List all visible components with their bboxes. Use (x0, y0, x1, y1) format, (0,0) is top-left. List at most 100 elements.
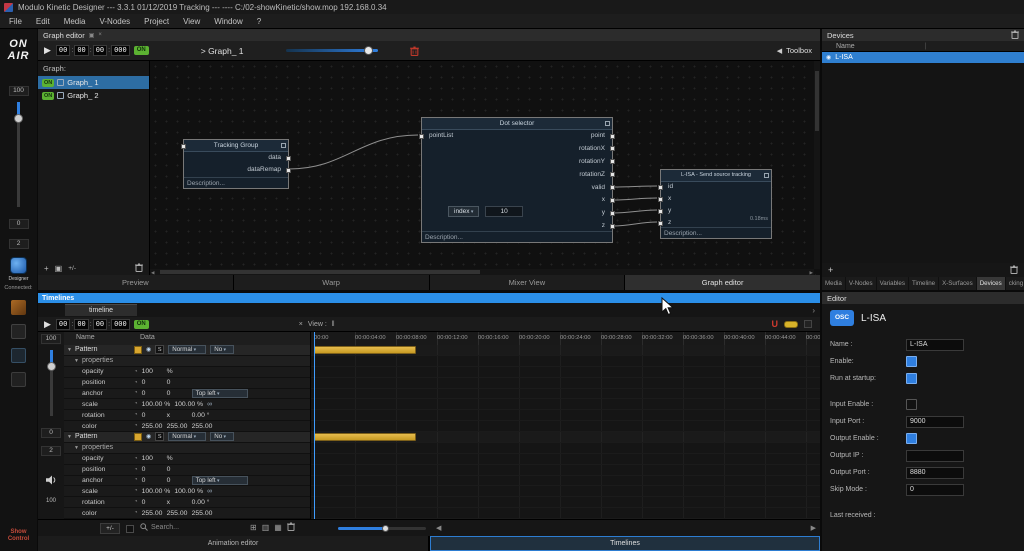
property-row-color[interactable]: color ◔ 255.00 255.00 255.00 (64, 508, 310, 519)
panel-tab-x-surfaces[interactable]: X-Surfaces (939, 277, 976, 290)
slider-knob[interactable] (363, 46, 373, 55)
blend-mode-dropdown[interactable]: Normal (168, 345, 207, 355)
port-in-id[interactable] (658, 184, 663, 190)
option-dropdown[interactable]: No (210, 432, 235, 442)
port-in[interactable] (181, 144, 186, 149)
menu-edit[interactable]: Edit (29, 14, 57, 29)
blend-mode-dropdown[interactable]: Normal (168, 432, 207, 442)
timeline-value-b[interactable]: 2 (41, 446, 61, 456)
index-dropdown[interactable]: index (448, 206, 480, 217)
property-value[interactable]: 100 (142, 368, 163, 375)
view-tab-graph-editor[interactable]: Graph editor (625, 275, 820, 290)
designer-icon[interactable] (10, 257, 27, 274)
collapse-icon[interactable]: ▼ (67, 434, 72, 440)
keyframe-clock-icon[interactable]: ◔ (134, 390, 138, 396)
collapse-icon[interactable]: ▼ (67, 347, 72, 353)
port-in-x[interactable] (658, 196, 663, 202)
property-value[interactable]: 255.00 (142, 510, 163, 517)
keyframe-clock-icon[interactable]: ◔ (134, 467, 138, 473)
keyframe-clock-icon[interactable]: ◔ (134, 510, 138, 516)
menu-view[interactable]: View (176, 14, 207, 29)
media-library-icon[interactable] (11, 324, 26, 339)
timeline-fader-value[interactable]: 100 (41, 333, 61, 344)
on-badge[interactable]: ON (133, 319, 149, 329)
graph-list-item-graph-2[interactable]: ON Graph_ 2 (38, 89, 149, 102)
property-value[interactable]: % (167, 455, 188, 462)
add-clip-icon[interactable]: ⊞ (250, 523, 257, 532)
kinetic-icon[interactable] (11, 300, 26, 315)
property-value[interactable]: 0.00 ° (192, 412, 213, 419)
node-dot-selector[interactable]: Dot selector pointList point rotationX rot… (419, 117, 615, 243)
delete-clip-icon[interactable] (286, 522, 295, 533)
add-device-button[interactable]: + (828, 265, 833, 275)
grid-row[interactable] (311, 476, 820, 487)
graph-breadcrumb[interactable]: > Graph_ 1 (201, 46, 244, 56)
port-out-data[interactable] (286, 155, 291, 161)
keyframe-clock-icon[interactable]: ◔ (134, 412, 138, 418)
property-row-position[interactable]: position ◔ 0 0 (64, 377, 310, 389)
property-row-rotation[interactable]: rotation ◔ 0 x 0.00 ° (64, 497, 310, 509)
track-color-swatch[interactable] (134, 345, 142, 354)
port-out-rotationz[interactable] (610, 172, 615, 178)
plus-minus-button[interactable]: +/- (100, 523, 120, 534)
property-value[interactable]: 100.00 % (174, 488, 203, 495)
grid-row[interactable] (311, 345, 820, 356)
port-out-valid[interactable] (610, 185, 615, 191)
keyframe-clock-icon[interactable]: ◔ (134, 477, 138, 483)
grid-row[interactable] (311, 454, 820, 465)
property-value[interactable]: 0 (167, 477, 188, 484)
close-icon[interactable]: × (98, 32, 102, 38)
property-value[interactable]: 0 (142, 499, 163, 506)
delete-graph-icon[interactable] (135, 263, 143, 274)
tab-scroll-arrow[interactable]: › (812, 306, 815, 315)
fader-track[interactable] (49, 350, 53, 416)
panel-tab-media[interactable]: Media (822, 277, 845, 290)
keyframe-clock-icon[interactable]: ◔ (134, 499, 138, 505)
bottom-tab-timelines[interactable]: Timelines (430, 536, 820, 551)
property-value[interactable]: 255.00 (167, 510, 188, 517)
sidebar-value-a[interactable]: 0 (8, 219, 29, 229)
timeline-clip[interactable] (314, 433, 416, 441)
settings-box-icon[interactable] (804, 320, 812, 328)
view-tab-preview[interactable]: Preview (38, 275, 233, 290)
property-row-color[interactable]: color ◔ 255.00 255.00 255.00 (64, 421, 310, 432)
add-graph-button[interactable]: + (44, 264, 49, 273)
track-color-swatch[interactable] (134, 432, 142, 441)
on-badge[interactable]: ON (42, 78, 55, 87)
view-tab-warp[interactable]: Warp (233, 275, 429, 290)
link-icon[interactable]: ∞ (207, 488, 212, 495)
canvas-vertical-scrollbar[interactable] (814, 61, 820, 269)
node-tracking-group[interactable]: Tracking Group data dataRemap Description… (181, 139, 291, 189)
property-value[interactable]: 255.00 (142, 423, 163, 430)
speaker-icon[interactable] (45, 472, 57, 490)
port-out-x[interactable] (610, 197, 615, 203)
timeline-zoom-slider[interactable] (338, 525, 426, 532)
port-out-dataremap[interactable] (286, 167, 291, 173)
property-value[interactable]: 0 (142, 466, 163, 473)
track-header-pattern[interactable]: ▼Pattern ◉ SNormalNo (64, 432, 310, 443)
grid-row[interactable] (311, 465, 820, 476)
master-fader-value[interactable]: 100 (8, 86, 29, 96)
search-field[interactable]: Search... (140, 523, 179, 531)
timeline-fader[interactable] (46, 350, 56, 416)
toolbox-button[interactable]: ◀ Toolbox (777, 46, 812, 55)
property-value[interactable]: 0 (142, 477, 163, 484)
track-header-pattern[interactable]: ▼Pattern ◉ SNormalNo (64, 345, 310, 356)
grid-row[interactable] (311, 367, 820, 378)
grid-row[interactable] (311, 432, 820, 443)
graph-zoom-slider[interactable] (285, 46, 378, 55)
visibility-eye-icon[interactable]: ◉ (146, 433, 151, 440)
panel-tab-devices[interactable]: Devices (976, 277, 1005, 290)
keyframe-clock-icon[interactable]: ◔ (134, 380, 138, 386)
property-value[interactable]: 0 (142, 412, 163, 419)
checkbox-output-enable[interactable] (906, 433, 917, 444)
keyframe-clock-icon[interactable]: ◔ (134, 401, 138, 407)
fader-knob[interactable] (46, 362, 56, 371)
checkbox-input-enable[interactable] (906, 399, 917, 410)
property-value[interactable]: 100.00 % (142, 488, 171, 495)
property-row-position[interactable]: position ◔ 0 0 (64, 464, 310, 476)
slider-knob[interactable] (382, 525, 389, 532)
scroll-left-icon[interactable]: ◀ (436, 524, 441, 532)
grid-row[interactable] (311, 356, 820, 367)
property-value[interactable]: 100 (142, 455, 163, 462)
